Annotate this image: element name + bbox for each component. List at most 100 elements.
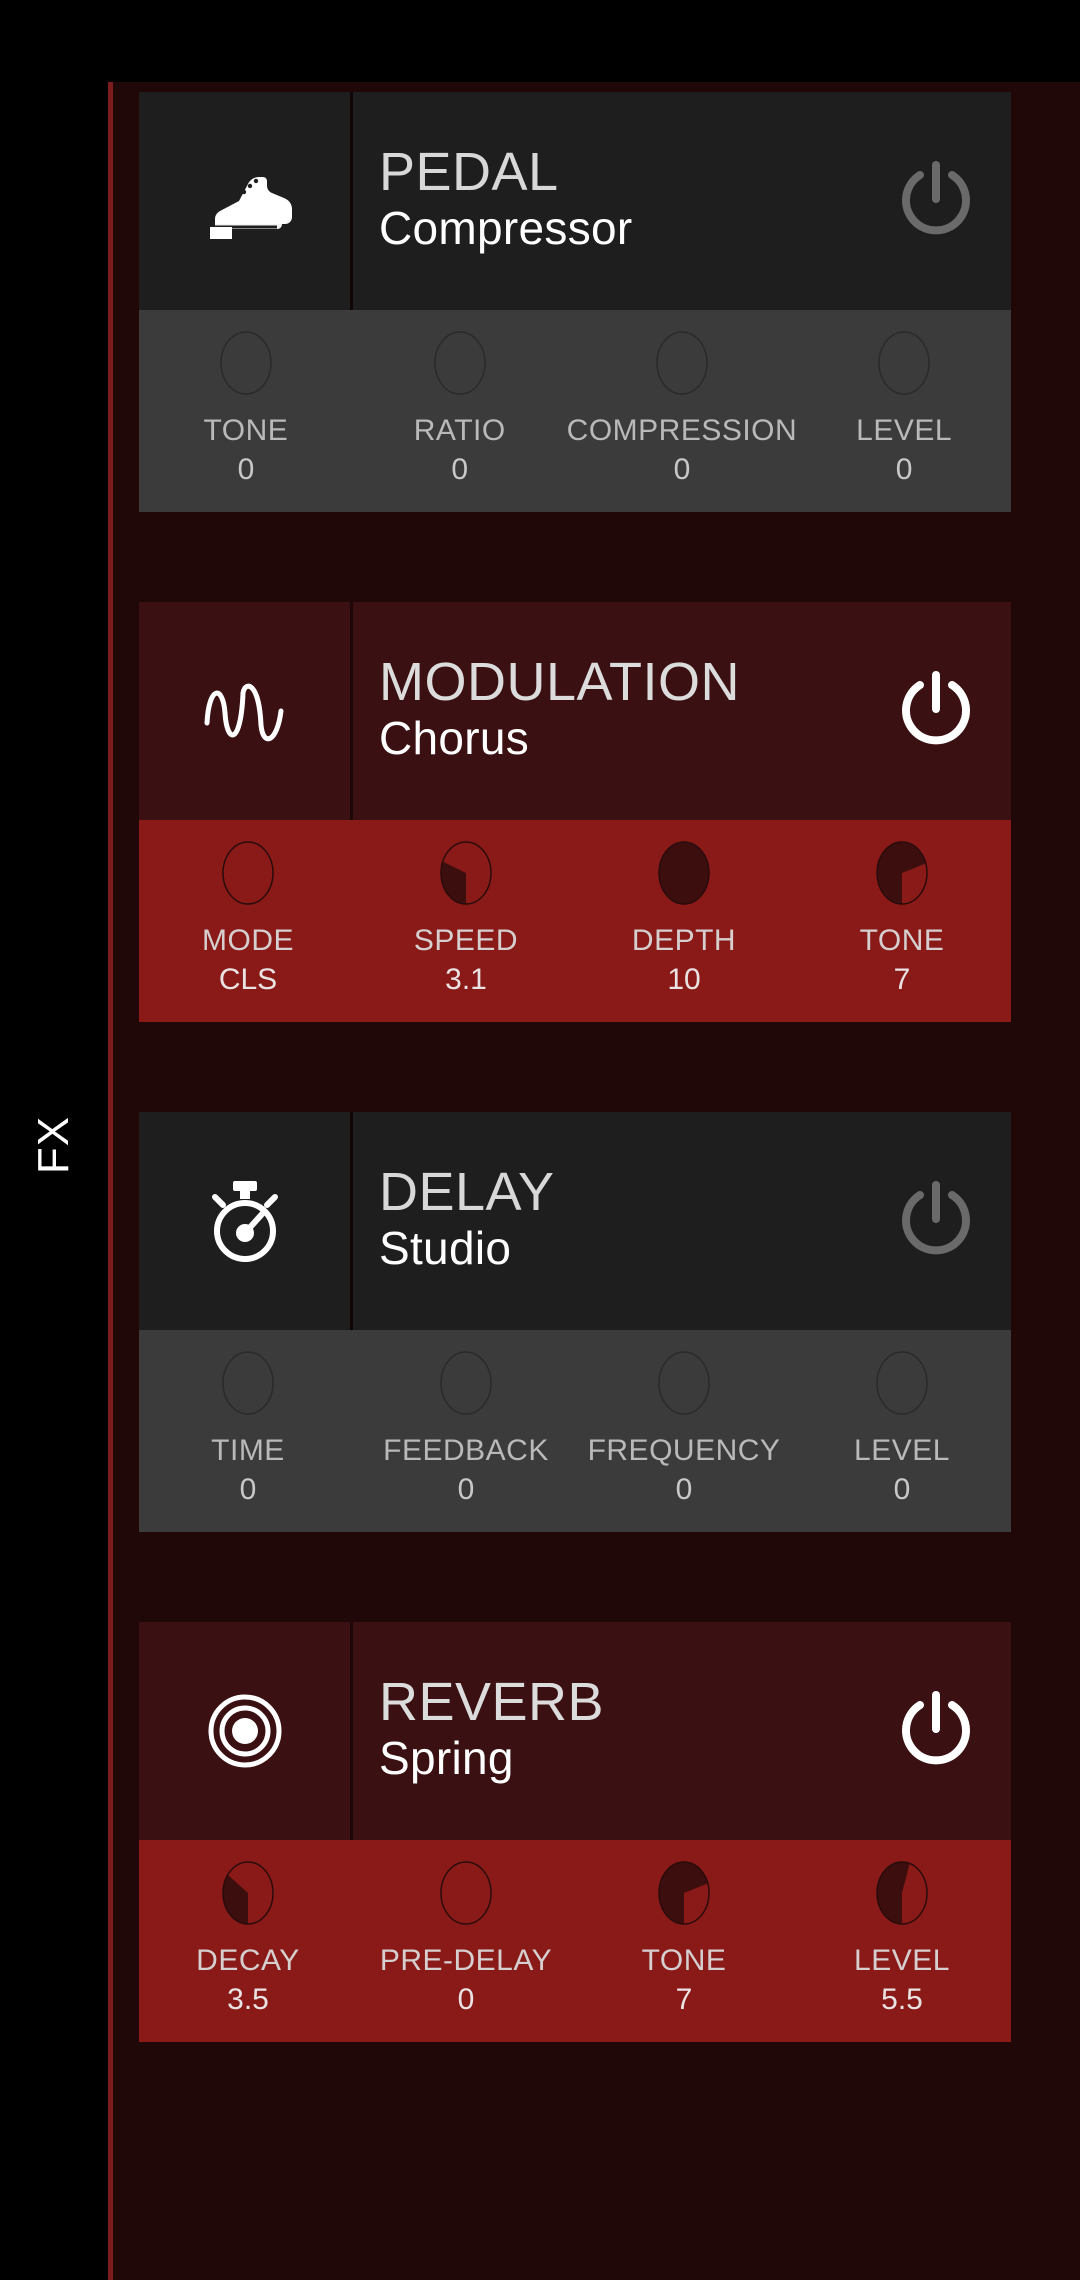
power-icon[interactable] xyxy=(861,1622,1011,1840)
knob-frequency[interactable]: FREQUENCY 0 xyxy=(575,1344,793,1532)
knob-value: 0 xyxy=(239,1472,257,1506)
knob-value: 0 xyxy=(457,1982,475,2016)
fx-knob-strip: MODE CLS SPEED 3.1 DEPTH 10 TONE 7 xyxy=(139,820,1011,1022)
knob-label: LEVEL xyxy=(854,1434,950,1467)
knob-dial[interactable] xyxy=(214,1854,282,1932)
fx-preset: Studio xyxy=(379,1221,512,1274)
power-icon[interactable] xyxy=(861,1112,1011,1330)
sneaker-icon[interactable] xyxy=(139,92,353,310)
knob-dial[interactable] xyxy=(868,1344,936,1422)
concentric-circles-icon[interactable] xyxy=(139,1622,353,1840)
fx-knob-strip: TONE 0 RATIO 0 COMPRESSION 0 LEVEL 0 xyxy=(139,310,1011,512)
knob-label: FREQUENCY xyxy=(587,1434,781,1467)
knob-value: 3.1 xyxy=(445,962,487,996)
knob-level[interactable]: LEVEL 0 xyxy=(793,1344,1011,1532)
fx-effects-stack: PEDAL Compressor TONE 0 RATIO 0 COMPRESSION 0 LE… xyxy=(139,92,1011,2132)
knob-tone[interactable]: TONE 0 xyxy=(139,324,353,512)
fx-block-pedal: PEDAL Compressor TONE 0 RATIO 0 COMPRESSION 0 LE… xyxy=(139,92,1011,512)
knob-level[interactable]: LEVEL 0 xyxy=(797,324,1011,512)
knob-value: 10 xyxy=(667,962,701,996)
knob-label: TONE xyxy=(203,414,289,447)
knob-dial[interactable] xyxy=(426,324,494,402)
fx-title-cell[interactable]: REVERB Spring xyxy=(353,1622,861,1840)
knob-label: LEVEL xyxy=(854,1944,950,1977)
knob-label: TONE xyxy=(859,924,945,957)
knob-value: CLS xyxy=(218,962,278,996)
knob-label: TONE xyxy=(641,1944,727,1977)
knob-dial[interactable] xyxy=(868,1854,936,1932)
fx-block-modulation: MODULATION Chorus MODE CLS SPEED 3.1 DEPTH 10 TO… xyxy=(139,602,1011,1022)
stopwatch-icon[interactable] xyxy=(139,1112,353,1330)
fx-block-delay: DELAY Studio TIME 0 FEEDBACK 0 FREQUENCY 0 LEVEL… xyxy=(139,1112,1011,1532)
knob-value: 0 xyxy=(893,1472,911,1506)
knob-depth[interactable]: DEPTH 10 xyxy=(575,834,793,1022)
knob-value: 0 xyxy=(237,452,255,486)
knob-time[interactable]: TIME 0 xyxy=(139,1344,357,1532)
knob-feedback[interactable]: FEEDBACK 0 xyxy=(357,1344,575,1532)
knob-label: DECAY xyxy=(196,1944,300,1977)
knob-tone[interactable]: TONE 7 xyxy=(793,834,1011,1022)
fx-name: PEDAL xyxy=(379,141,559,202)
knob-dial[interactable] xyxy=(212,324,280,402)
knob-value: 0 xyxy=(673,452,691,486)
knob-label: MODE xyxy=(202,924,294,957)
knob-dial[interactable] xyxy=(650,1854,718,1932)
knob-speed[interactable]: SPEED 3.1 xyxy=(357,834,575,1022)
knob-label: FEEDBACK xyxy=(383,1434,549,1467)
knob-compression[interactable]: COMPRESSION 0 xyxy=(567,324,798,512)
fx-preset: Spring xyxy=(379,1731,514,1784)
knob-pre-delay[interactable]: PRE-DELAY 0 xyxy=(357,1854,575,2042)
knob-level[interactable]: LEVEL 5.5 xyxy=(793,1854,1011,2042)
knob-value: 5.5 xyxy=(881,1982,923,2016)
knob-value: 7 xyxy=(675,1982,693,2016)
fx-name: REVERB xyxy=(379,1671,605,1732)
knob-value: 7 xyxy=(893,962,911,996)
fx-screen: FX PEDAL Compressor TONE 0 RATIO 0 COMPRESSION… xyxy=(0,0,1080,2280)
knob-dial[interactable] xyxy=(650,1344,718,1422)
fx-header-delay[interactable]: DELAY Studio xyxy=(139,1112,1011,1330)
knob-value: 0 xyxy=(457,1472,475,1506)
fx-title-cell[interactable]: PEDAL Compressor xyxy=(353,92,861,310)
knob-label: PRE-DELAY xyxy=(379,1944,553,1977)
fx-rail: FX xyxy=(0,0,108,2280)
knob-dial[interactable] xyxy=(868,834,936,912)
knob-value: 0 xyxy=(895,452,913,486)
knob-ratio[interactable]: RATIO 0 xyxy=(353,324,567,512)
fx-header-modulation[interactable]: MODULATION Chorus xyxy=(139,602,1011,820)
fx-knob-strip: DECAY 3.5 PRE-DELAY 0 TONE 7 LEVEL 5.5 xyxy=(139,1840,1011,2042)
fx-title-cell[interactable]: DELAY Studio xyxy=(353,1112,861,1330)
knob-dial[interactable] xyxy=(432,1854,500,1932)
waveform-icon[interactable] xyxy=(139,602,353,820)
fx-header-reverb[interactable]: REVERB Spring xyxy=(139,1622,1011,1840)
knob-label: SPEED xyxy=(413,924,519,957)
knob-dial[interactable] xyxy=(214,1344,282,1422)
fx-title-cell[interactable]: MODULATION Chorus xyxy=(353,602,861,820)
knob-decay[interactable]: DECAY 3.5 xyxy=(139,1854,357,2042)
knob-label: COMPRESSION xyxy=(566,414,798,447)
fx-header-pedal[interactable]: PEDAL Compressor xyxy=(139,92,1011,310)
knob-dial[interactable] xyxy=(650,834,718,912)
knob-label: RATIO xyxy=(413,414,506,447)
knob-dial[interactable] xyxy=(648,324,716,402)
knob-value: 3.5 xyxy=(227,1982,269,2016)
fx-preset: Compressor xyxy=(379,201,633,254)
power-icon[interactable] xyxy=(861,92,1011,310)
knob-dial[interactable] xyxy=(214,834,282,912)
knob-value: 0 xyxy=(451,452,469,486)
knob-dial[interactable] xyxy=(432,1344,500,1422)
knob-label: TIME xyxy=(211,1434,285,1467)
knob-value: 0 xyxy=(675,1472,693,1506)
knob-dial[interactable] xyxy=(870,324,938,402)
knob-dial[interactable] xyxy=(432,834,500,912)
knob-label: DEPTH xyxy=(631,924,737,957)
knob-label: LEVEL xyxy=(856,414,953,447)
fx-block-reverb: REVERB Spring DECAY 3.5 PRE-DELAY 0 TONE 7 LEVEL… xyxy=(139,1622,1011,2042)
fx-name: DELAY xyxy=(379,1161,555,1222)
knob-mode[interactable]: MODE CLS xyxy=(139,834,357,1022)
fx-preset: Chorus xyxy=(379,711,530,764)
fx-rail-label: FX xyxy=(29,1115,78,1175)
fx-name: MODULATION xyxy=(379,651,741,712)
knob-tone[interactable]: TONE 7 xyxy=(575,1854,793,2042)
fx-knob-strip: TIME 0 FEEDBACK 0 FREQUENCY 0 LEVEL 0 xyxy=(139,1330,1011,1532)
power-icon[interactable] xyxy=(861,602,1011,820)
